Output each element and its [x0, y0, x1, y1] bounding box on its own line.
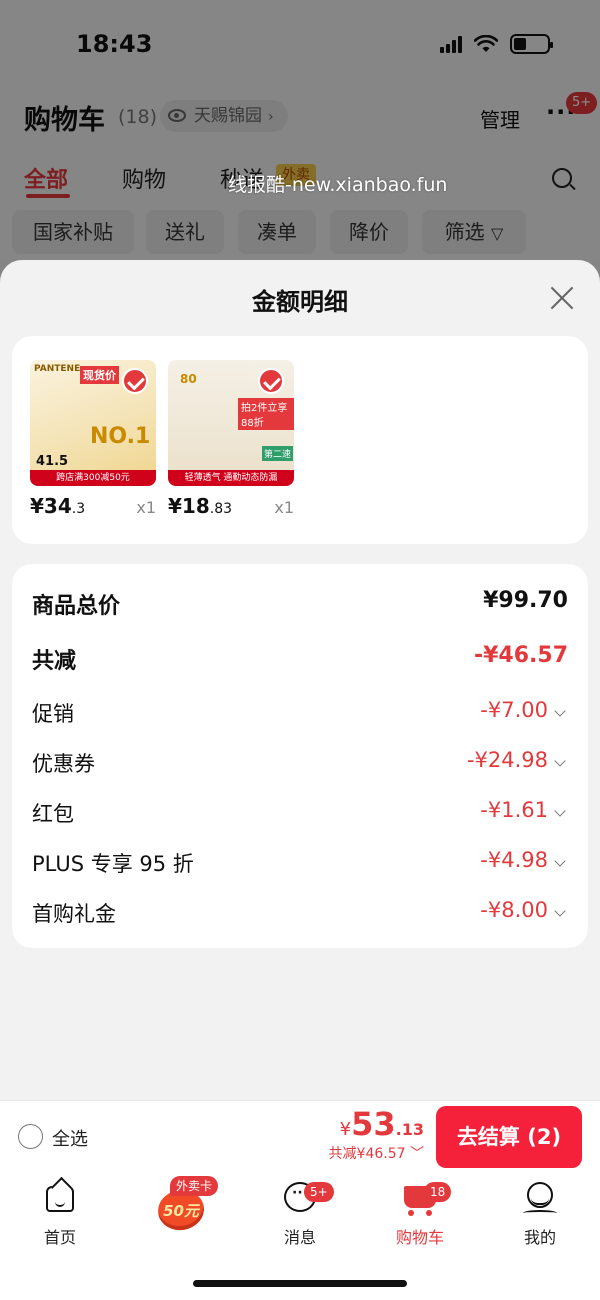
row-plus-discount[interactable]: PLUS 专享 95 折 -¥4.98 — [12, 848, 588, 884]
row-label: 促销 — [32, 702, 74, 726]
saving-summary[interactable]: 共减¥46.57 ﹀ — [329, 1143, 424, 1163]
watermark: 线报酷-new.xianbao.fun — [228, 174, 448, 196]
messages-badge: 5+ — [304, 1182, 334, 1202]
row-value: ¥99.70 — [483, 588, 568, 613]
home-indicator[interactable] — [193, 1280, 407, 1287]
row-value: -¥1.61 — [480, 798, 548, 822]
sheet-title: 金额明细 — [252, 288, 348, 316]
tab-label: 首页 — [43, 1228, 76, 1247]
checkout-button[interactable]: 去结算 (2) — [436, 1106, 582, 1168]
profile-icon — [522, 1180, 558, 1216]
chevron-down-icon — [554, 855, 566, 867]
product-thumb-price: 41.5 — [36, 454, 69, 469]
tab-label: 消息 — [283, 1228, 316, 1247]
row-label: 优惠券 — [32, 752, 95, 776]
tab-cart[interactable]: 购物车 18 — [360, 1180, 480, 1248]
product-qty: x1 — [274, 498, 294, 517]
row-label: PLUS 专享 95 折 — [32, 852, 194, 876]
selected-check-icon — [258, 368, 284, 394]
tab-label: 我的 — [523, 1228, 556, 1247]
product-price: ¥34.3 — [30, 494, 86, 518]
total-price: ¥53.13 — [339, 1105, 424, 1143]
product-item[interactable]: 拍2件立享88折 第二速 80 轻薄透气 通勤动态防漏 ¥18.83 x1 — [168, 360, 294, 518]
brand-logo: PANTENE — [34, 364, 81, 374]
product-rank-label: 第二速 — [262, 446, 294, 461]
tab-label: 购物车 — [395, 1228, 444, 1247]
product-strip-text: 轻薄透气 通勤动态防漏 — [168, 470, 294, 486]
product-promo-label: 现货价 — [80, 366, 119, 384]
product-qty: x1 — [136, 498, 156, 517]
product-image: 拍2件立享88折 第二速 80 轻薄透气 通勤动态防漏 — [168, 360, 294, 486]
checkout-bar: 全选 ¥53.13 共减¥46.57 ﹀ 去结算 (2) — [0, 1100, 600, 1172]
row-total-discount: 共减 -¥46.57 — [12, 643, 588, 679]
chevron-down-icon — [554, 805, 566, 817]
cart-badge: 18 — [424, 1182, 452, 1202]
close-icon[interactable] — [548, 284, 576, 312]
row-value: -¥7.00 — [480, 698, 548, 722]
product-price: ¥18.83 — [168, 494, 233, 518]
row-first-purchase-gift[interactable]: 首购礼金 -¥8.00 — [12, 898, 588, 934]
select-all-label[interactable]: 全选 — [52, 1125, 88, 1151]
row-label: 红包 — [32, 802, 74, 826]
price-breakdown-card: 商品总价 ¥99.70 共减 -¥46.57 促销 -¥7.00 优惠券 -¥2… — [12, 564, 588, 948]
row-subtotal: 商品总价 ¥99.70 — [12, 588, 588, 624]
chevron-down-icon — [554, 905, 566, 917]
chevron-down-icon — [554, 755, 566, 767]
product-thumb-price: 80 — [180, 372, 197, 386]
row-value: -¥8.00 — [480, 898, 548, 922]
select-all-checkbox[interactable] — [18, 1124, 43, 1149]
row-coupon[interactable]: 优惠券 -¥24.98 — [12, 748, 588, 784]
chevron-down-icon — [554, 705, 566, 717]
tab-home[interactable]: 首页 — [0, 1180, 120, 1248]
tab-messages[interactable]: ··· 消息 5+ — [240, 1180, 360, 1248]
product-image: PANTENE 现货价 NO.1 41.5 跨店满300减50元 — [30, 360, 156, 486]
product-promo-label: 拍2件立享88折 — [238, 398, 294, 430]
product-rank-label: NO.1 — [90, 424, 151, 449]
tab-profile[interactable]: 我的 — [480, 1180, 600, 1248]
row-red-packet[interactable]: 红包 -¥1.61 — [12, 798, 588, 834]
row-label: 首购礼金 — [32, 902, 116, 926]
promo-amount: 50元 — [163, 1202, 199, 1220]
row-label: 共减 — [32, 649, 77, 674]
products-card: PANTENE 现货价 NO.1 41.5 跨店满300减50元 ¥34.3 x… — [12, 336, 588, 544]
product-item[interactable]: PANTENE 现货价 NO.1 41.5 跨店满300减50元 ¥34.3 x… — [30, 360, 156, 518]
row-value: -¥46.57 — [473, 643, 568, 668]
selected-check-icon — [122, 368, 148, 394]
product-strip-text: 跨店满300减50元 — [30, 470, 156, 486]
row-value: -¥24.98 — [466, 748, 548, 772]
row-value: -¥4.98 — [480, 848, 548, 872]
promo-badge: 外卖卡 — [170, 1176, 219, 1196]
row-label: 商品总价 — [32, 594, 121, 619]
chevron-down-icon: ﹀ — [410, 1146, 424, 1162]
row-promotion[interactable]: 促销 -¥7.00 — [12, 698, 588, 734]
home-icon — [42, 1180, 78, 1216]
